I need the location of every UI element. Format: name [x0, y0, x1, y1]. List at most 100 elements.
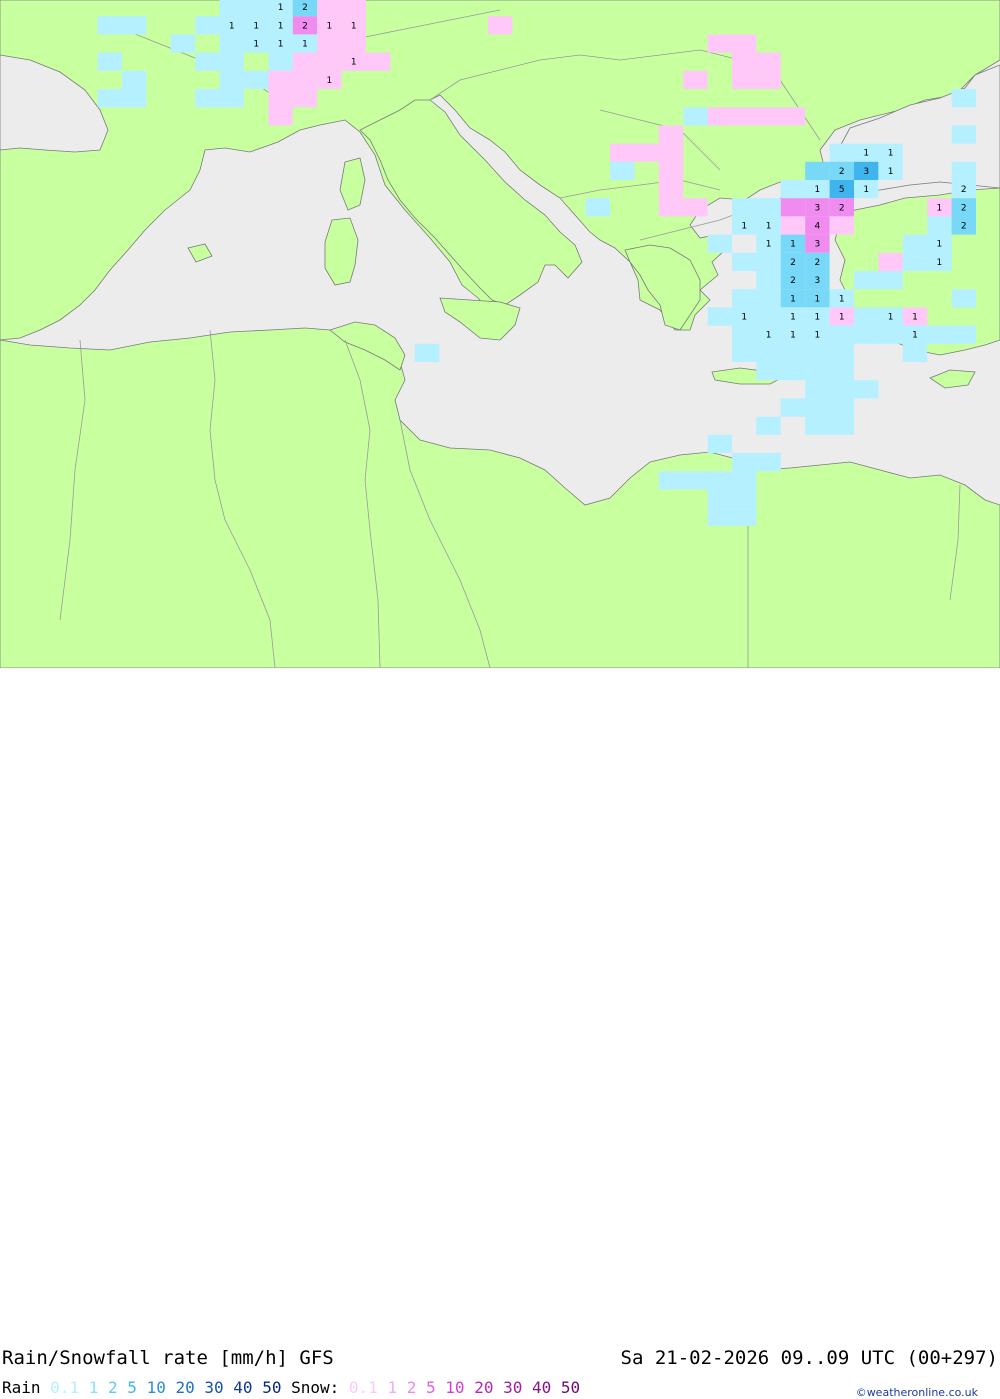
precip-cell: [317, 0, 342, 17]
precip-cell: [756, 52, 781, 71]
precip-value-label: 1: [253, 40, 259, 50]
precip-cell: [488, 16, 513, 35]
precip-value-label: 2: [790, 276, 796, 286]
precip-cell: [366, 52, 391, 71]
snow-level-6: 30: [503, 1378, 523, 1397]
precip-cell: [341, 34, 366, 53]
precip-value-label: 2: [839, 203, 845, 213]
precip-cell: [780, 362, 806, 381]
precip-value-label: 1: [766, 222, 772, 232]
precip-cell: [854, 307, 879, 326]
precip-cell: [878, 252, 903, 271]
precip-cell: [658, 125, 684, 144]
precip-value-label: 1: [278, 3, 284, 13]
precip-cell: [951, 325, 976, 344]
precip-value-label: 2: [839, 167, 845, 177]
precip-cell: [658, 180, 684, 199]
precip-value-label: 2: [815, 258, 821, 268]
precip-cell: [951, 89, 976, 108]
precip-cell: [854, 325, 879, 344]
precip-cell: [732, 507, 757, 526]
precip-cell: [219, 70, 244, 89]
precip-cell: [829, 398, 854, 417]
precip-cell: [780, 107, 806, 126]
rain-level-4: 10: [146, 1378, 166, 1397]
precip-cell: [683, 471, 708, 490]
precip-value-label: 2: [790, 258, 796, 268]
precip-cell: [829, 380, 854, 399]
precip-cell: [829, 343, 854, 362]
precip-value-label: 4: [815, 222, 821, 232]
precip-cell: [707, 471, 732, 490]
rain-legend-levels: 0.1 1 2 5 10 20 30 40 50: [50, 1378, 291, 1397]
precip-cell: [732, 252, 757, 271]
precip-cell: [317, 52, 342, 71]
precip-cell: [927, 325, 952, 344]
precip-value-label: 1: [815, 331, 821, 341]
precip-cell: [170, 34, 196, 53]
precip-value-label: 1: [888, 149, 894, 159]
precip-cell: [854, 380, 879, 399]
precip-cell: [122, 16, 147, 35]
precip-cell: [756, 271, 781, 290]
precip-value-label: 1: [766, 240, 772, 250]
weatheronline-credit-link[interactable]: ©weatheronline.co.uk: [856, 1386, 978, 1399]
precip-value-label: 1: [790, 331, 796, 341]
precip-cell: [658, 198, 684, 217]
precip-cell: [829, 362, 854, 381]
precip-cell: [878, 271, 903, 290]
precip-value-label: 1: [839, 294, 845, 304]
precip-cell: [317, 34, 342, 53]
footer-bar: Rain/Snowfall rate [mm/h] GFS Sa 21-02-2…: [0, 668, 1000, 1399]
precip-cell: [292, 52, 318, 71]
rain-level-3: 5: [127, 1378, 137, 1397]
precip-cell: [951, 289, 976, 308]
snow-level-0: 0.1: [348, 1378, 378, 1397]
precip-cell: [780, 216, 806, 235]
snow-level-2: 2: [406, 1378, 417, 1397]
precip-cell: [878, 325, 903, 344]
precip-cell: [732, 489, 757, 508]
snow-level-3: 5: [426, 1378, 436, 1397]
snow-level-5: 20: [474, 1378, 494, 1397]
precip-value-label: 1: [839, 313, 845, 323]
precip-cell: [707, 234, 732, 253]
precip-cell: [97, 16, 122, 35]
precip-value-label: 1: [863, 185, 869, 195]
rain-level-8: 50: [262, 1378, 282, 1397]
precip-value-label: 1: [815, 185, 821, 195]
precip-cell: [902, 234, 928, 253]
precip-value-label: 3: [815, 203, 821, 213]
precip-cell: [951, 161, 976, 180]
precip-cell: [756, 252, 781, 271]
precip-cell: [268, 89, 293, 108]
precip-cell: [683, 198, 708, 217]
precip-value-label: 1: [741, 313, 747, 323]
precip-cell: [756, 198, 781, 217]
precip-value-label: 1: [937, 203, 943, 213]
precip-cell: [292, 70, 318, 89]
precip-value-label: 1: [888, 313, 894, 323]
precip-value-label: 2: [961, 222, 967, 232]
precip-value-label: 1: [790, 240, 796, 250]
snow-level-7: 40: [532, 1378, 552, 1397]
rain-level-0: 0.1: [50, 1378, 80, 1397]
precip-cell: [585, 198, 610, 217]
precip-cell: [268, 107, 293, 126]
precip-cell: [122, 70, 147, 89]
precip-value-label: 1: [815, 313, 821, 323]
precip-cell: [805, 416, 830, 435]
precip-cell: [658, 161, 684, 180]
snow-level-1: 1: [387, 1378, 398, 1397]
precip-cell: [732, 34, 757, 53]
precip-cell: [707, 107, 732, 126]
precip-value-label: 2: [302, 21, 308, 31]
precip-cell: [756, 307, 781, 326]
precip-cell: [805, 398, 830, 417]
precip-cell: [97, 89, 122, 108]
precip-cell: [414, 343, 440, 362]
precip-value-label: 1: [937, 240, 943, 250]
rain-level-2: 2: [108, 1378, 118, 1397]
precip-cell: [683, 107, 708, 126]
precip-value-label: 1: [790, 313, 796, 323]
